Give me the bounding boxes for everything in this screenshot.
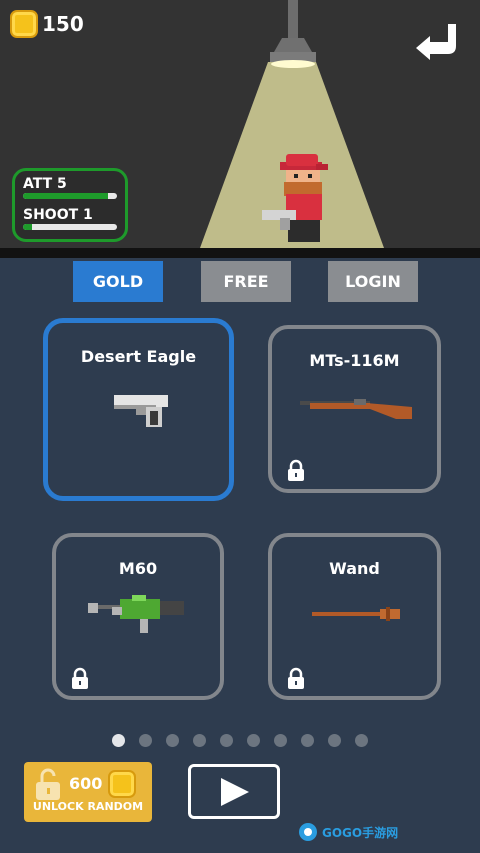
unlock-label: UNLOCK RANDOM	[32, 800, 144, 813]
shoot-bar-fill	[23, 224, 33, 230]
lock-icon	[288, 459, 304, 481]
weapon-name: Desert Eagle	[80, 347, 197, 366]
play-icon	[221, 778, 249, 806]
weapon-name: M60	[118, 559, 158, 578]
att-bar-fill	[23, 193, 108, 199]
unlock-random-button[interactable]: 600 UNLOCK RANDOM	[24, 762, 152, 822]
page-dot[interactable]	[193, 734, 206, 747]
stats-panel: ATT 5 SHOOT 1	[12, 168, 128, 242]
page-dot[interactable]	[247, 734, 260, 747]
watermark-logo-icon	[299, 823, 317, 841]
coin-icon	[10, 10, 38, 38]
tab-gold[interactable]: GOLD	[73, 261, 163, 302]
page-dot[interactable]	[166, 734, 179, 747]
lock-icon	[72, 667, 88, 689]
unlocked-padlock-icon	[36, 768, 60, 800]
att-label: ATT 5	[23, 176, 67, 192]
coin-count: 150	[42, 12, 84, 36]
shoot-bar	[23, 224, 117, 230]
page-indicator[interactable]	[112, 734, 368, 747]
machine-gun-icon	[88, 595, 184, 633]
play-button[interactable]	[188, 764, 280, 819]
return-arrow-icon[interactable]	[414, 20, 460, 62]
player-character	[262, 154, 328, 242]
weapon-card-m60[interactable]: M60	[52, 533, 224, 700]
tab-login[interactable]: LOGIN	[328, 261, 418, 302]
scene-divider	[0, 248, 480, 258]
wand-icon	[312, 607, 400, 621]
page-dot[interactable]	[220, 734, 233, 747]
watermark: GOGO手游网	[298, 822, 398, 842]
page-dot[interactable]	[112, 734, 125, 747]
page-dot[interactable]	[301, 734, 314, 747]
weapon-card-wand[interactable]: Wand	[268, 533, 441, 700]
coin-icon	[108, 770, 136, 798]
coin-counter: 150	[10, 10, 84, 38]
page-dot[interactable]	[328, 734, 341, 747]
page-dot[interactable]	[355, 734, 368, 747]
shoot-label: SHOOT 1	[23, 207, 93, 223]
weapon-name: Wand	[329, 559, 380, 578]
unlock-price: 600	[69, 774, 103, 793]
tab-free[interactable]: FREE	[201, 261, 291, 302]
lock-icon	[288, 667, 304, 689]
watermark-text: GOGO手游网	[322, 825, 399, 840]
weapon-card-desert-eagle[interactable]: Desert Eagle	[43, 318, 234, 501]
att-bar	[23, 193, 117, 199]
page-dot[interactable]	[274, 734, 287, 747]
game-scene: 150 ATT 5 SHOOT 1	[0, 0, 480, 248]
rifle-icon	[300, 399, 412, 419]
weapon-name: MTs-116M	[309, 351, 400, 370]
weapon-card-mts-116m[interactable]: MTs-116M	[268, 325, 441, 493]
pistol-icon	[114, 395, 168, 427]
page-dot[interactable]	[139, 734, 152, 747]
